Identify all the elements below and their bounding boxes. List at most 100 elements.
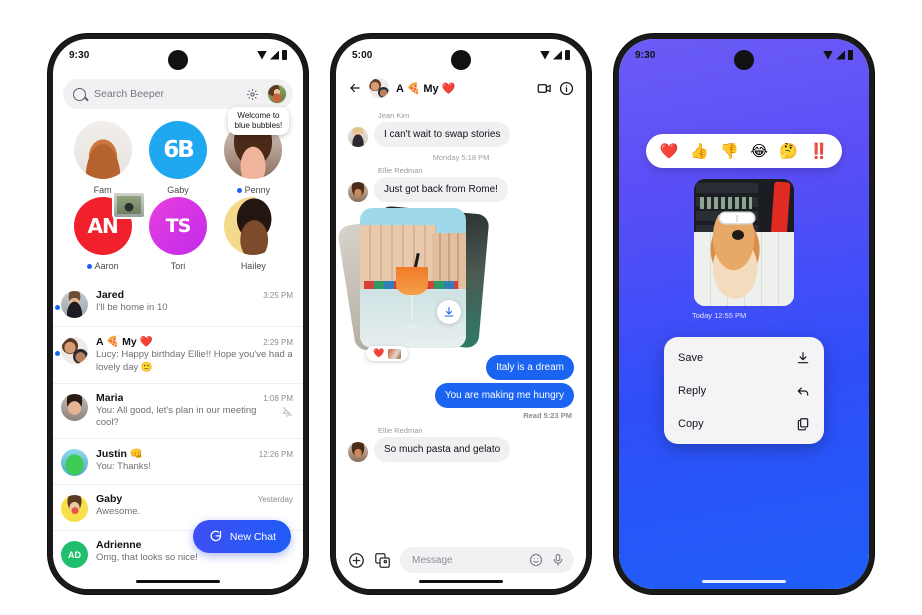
read-receipt: Read 5:23 PM — [523, 411, 572, 420]
status-icons — [540, 50, 570, 60]
status-time: 5:00 — [352, 49, 373, 61]
gallery-icon[interactable] — [374, 552, 391, 569]
home-indicator — [702, 580, 786, 583]
sticker-badge-icon — [112, 191, 147, 219]
message-placeholder[interactable]: Message — [412, 555, 521, 566]
message-composer: Message — [336, 543, 586, 577]
chat-time: 12:26 PM — [258, 450, 293, 460]
photo-card-front[interactable] — [360, 208, 466, 348]
reaction-exclamation-icon[interactable]: ‼️ — [810, 144, 829, 159]
message-bubble-incoming[interactable]: Just got back from Rome! — [374, 177, 508, 202]
photo-attachment-stack[interactable]: ❤️ — [336, 205, 490, 361]
status-icons — [823, 50, 853, 60]
message-thread: Jean Kim I can't wait to swap stories Mo… — [336, 105, 586, 543]
status-time: 9:30 — [635, 49, 656, 61]
photo-reaction-pill[interactable]: ❤️ — [366, 346, 409, 361]
screenshot-stage: 9:30 Search Beeper Fam 6B Gaby Welcome t… — [0, 0, 922, 615]
reaction-laugh-icon[interactable]: 😂 — [750, 144, 768, 159]
favorite-tori[interactable]: TS Tori — [140, 197, 215, 271]
message-bubble-outgoing[interactable]: Italy is a dream — [486, 355, 574, 380]
wifi-icon — [257, 50, 267, 60]
chat-preview: You: All good, let's plan in our meeting… — [96, 405, 293, 431]
welcome-tooltip: Welcome to blue bubbles! — [227, 107, 290, 135]
message-bubble-incoming[interactable]: I can't wait to swap stories — [374, 122, 511, 147]
battery-icon — [282, 50, 287, 60]
favorite-label: Tori — [171, 261, 186, 271]
message-bubble-outgoing[interactable]: You are making me hungry — [434, 383, 574, 408]
reaction-thumbs-down-icon[interactable]: 👎 — [720, 144, 739, 159]
table-row[interactable]: A 🍕 My ❤️ 2:29 PM Lucy: Happy birthday E… — [53, 326, 303, 383]
home-indicator — [419, 580, 503, 583]
chat-name: Adrienne — [96, 539, 142, 552]
row-body: Jared 3:25 PM I'll be home in 10 — [96, 289, 293, 315]
heart-reaction-icon: ❤️ — [373, 348, 385, 358]
wifi-icon — [823, 50, 833, 60]
message-row: Just got back from Rome! — [348, 177, 574, 202]
row-top: Jared 3:25 PM — [96, 289, 293, 301]
menu-item-copy[interactable]: Copy — [664, 407, 824, 440]
reply-arrow-icon — [796, 384, 810, 398]
group-avatar[interactable] — [369, 78, 389, 98]
message-row: So much pasta and gelato — [348, 437, 574, 462]
download-button[interactable] — [437, 300, 461, 324]
row-top: Maria 1:08 PM — [96, 392, 293, 404]
back-arrow-icon[interactable] — [348, 81, 362, 95]
menu-item-reply[interactable]: Reply — [664, 374, 824, 407]
search-bar[interactable]: Search Beeper — [63, 79, 293, 109]
preview-text: Awesome. — [96, 506, 141, 518]
preview-text: Omg, that looks so nice! — [96, 552, 198, 564]
reaction-picker[interactable]: ❤️ 👍 👎 😂 🤔 ‼️ — [646, 134, 842, 168]
favorite-aaron[interactable]: AN Aaron — [65, 191, 147, 271]
photo-dog-snout — [732, 229, 744, 240]
favorite-penny[interactable]: Welcome to blue bubbles! Penny — [216, 107, 291, 195]
microphone-icon[interactable] — [551, 553, 565, 567]
conversation-body: A 🍕 My ❤️ Jean Kim I can't wait to swap … — [336, 71, 586, 589]
reaction-thinking-icon[interactable]: 🤔 — [779, 144, 798, 159]
favorite-label: Hailey — [241, 261, 266, 271]
message-bubble-incoming[interactable]: So much pasta and gelato — [374, 437, 511, 462]
menu-item-label: Reply — [678, 384, 707, 397]
chat-time: 1:08 PM — [263, 393, 293, 403]
chat-bubble-icon — [208, 529, 223, 544]
search-input[interactable]: Search Beeper — [94, 88, 238, 100]
reaction-thumbs-up-icon[interactable]: 👍 — [690, 144, 709, 159]
gear-icon[interactable] — [246, 88, 259, 101]
new-chat-button[interactable]: New Chat — [192, 520, 291, 553]
emoji-icon[interactable] — [529, 553, 543, 567]
menu-item-save[interactable]: Save — [664, 341, 824, 374]
dog-photo-attachment[interactable] — [694, 179, 794, 306]
chat-name: Jared — [96, 289, 125, 301]
table-row[interactable]: Jared 3:25 PM I'll be home in 10 — [53, 281, 303, 326]
avatar: AD — [61, 541, 88, 569]
context-menu: Save Reply Copy — [664, 337, 824, 444]
avatar — [224, 197, 283, 255]
favorite-label: Gaby — [167, 185, 189, 195]
message-input[interactable]: Message — [400, 547, 574, 573]
favorite-hailey[interactable]: Hailey — [216, 197, 291, 271]
avatar — [61, 495, 88, 523]
chat-preview: You: Thanks! — [96, 461, 293, 474]
favorite-fam[interactable]: Fam — [65, 121, 140, 195]
glass-stem — [410, 295, 414, 319]
favorite-name: Fam — [93, 185, 112, 195]
phone-1-screen: 9:30 Search Beeper Fam 6B Gaby Welcome t… — [53, 39, 303, 589]
unread-dot-icon — [55, 305, 60, 310]
wifi-icon — [540, 50, 550, 60]
avatar-monogram: 6B — [163, 137, 195, 163]
status-icons — [257, 50, 287, 60]
message-sender: Ellie Redman — [378, 426, 423, 435]
favorite-label: Fam — [94, 185, 112, 195]
favorite-gaby[interactable]: 6B Gaby — [140, 121, 215, 195]
video-call-icon[interactable] — [537, 81, 552, 96]
home-indicator — [136, 580, 220, 583]
avatar: TS — [148, 197, 207, 255]
preview-text: I'll be home in 10 — [96, 302, 168, 313]
plus-icon[interactable] — [348, 552, 365, 569]
reaction-heart-icon[interactable]: ❤️ — [660, 144, 679, 159]
profile-avatar[interactable] — [267, 84, 287, 104]
info-icon[interactable] — [559, 81, 574, 96]
battery-icon — [848, 50, 853, 60]
signal-icon — [270, 50, 279, 60]
table-row[interactable]: Justin 👊 12:26 PM You: Thanks! — [53, 438, 303, 484]
table-row[interactable]: Maria 1:08 PM You: All good, let's plan … — [53, 382, 303, 439]
